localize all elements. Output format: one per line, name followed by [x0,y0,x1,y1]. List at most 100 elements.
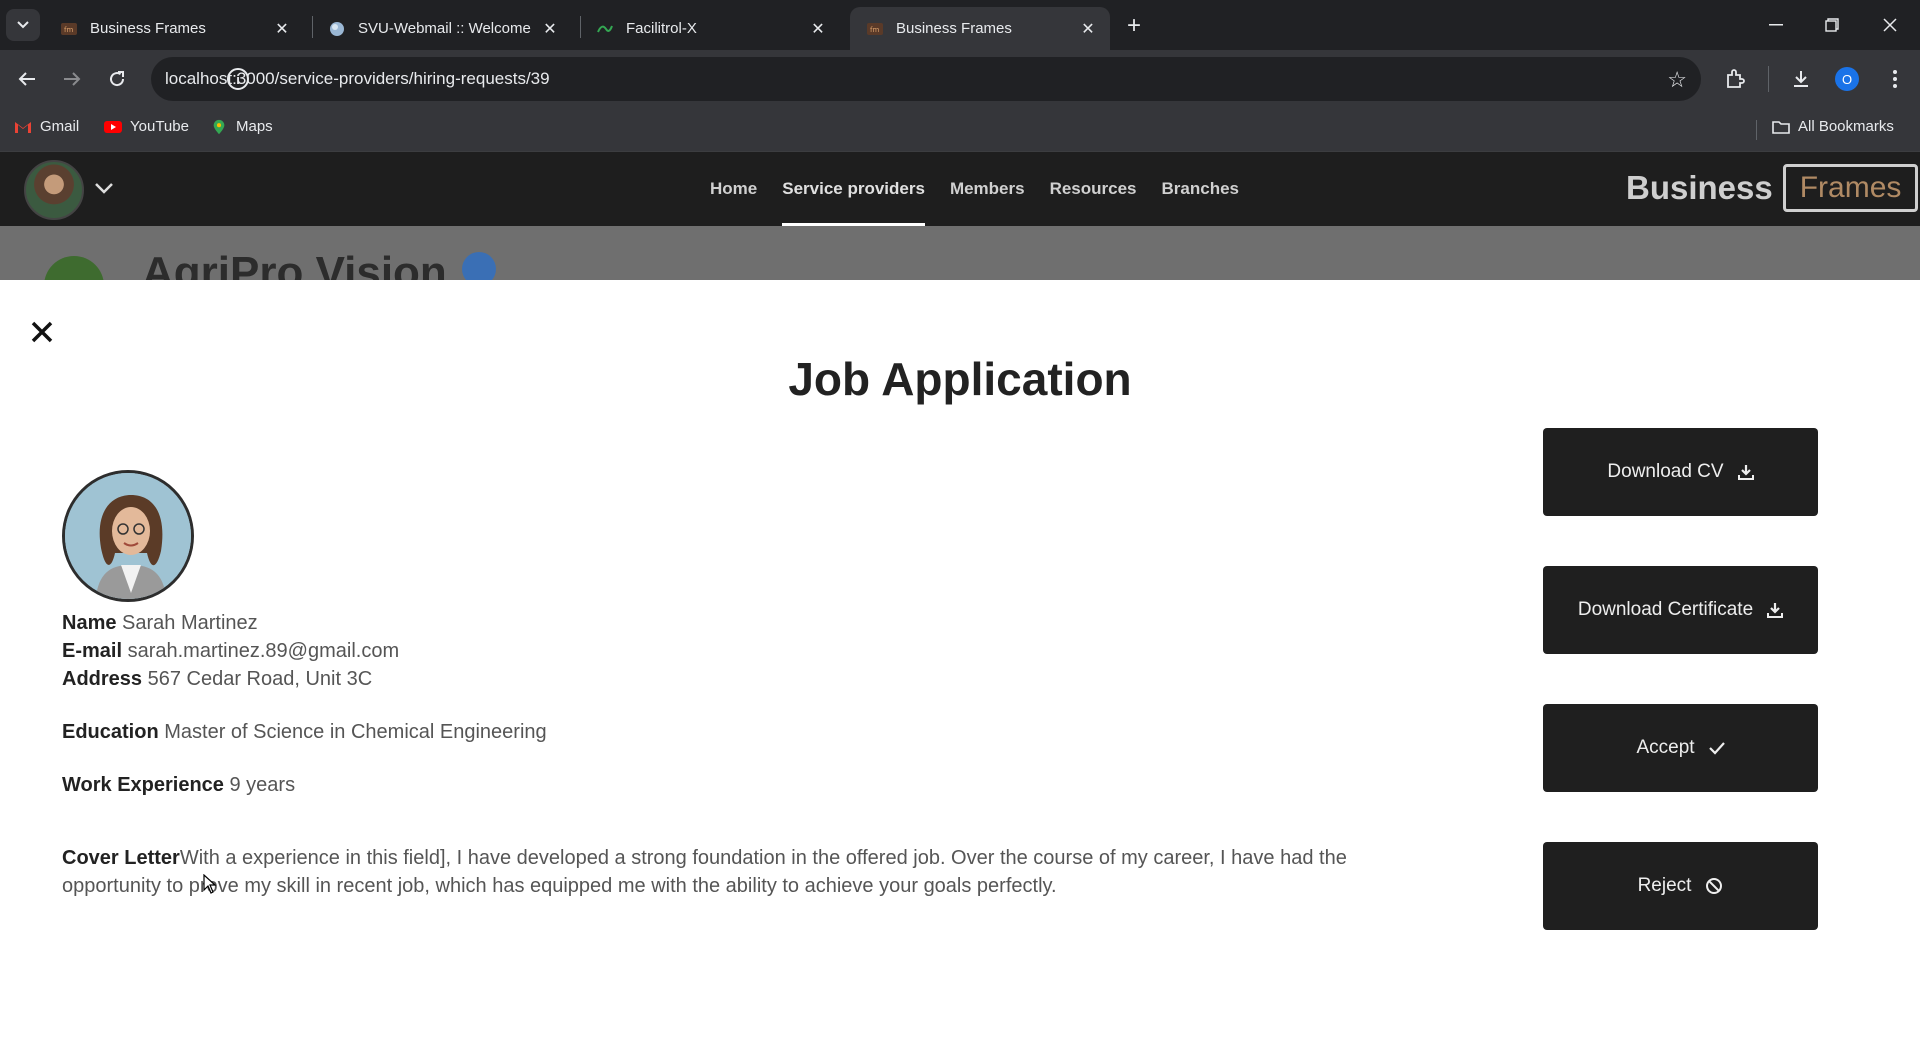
download-icon [1767,603,1784,618]
tab-close-icon[interactable]: ✕ [808,19,828,39]
user-avatar[interactable] [24,160,84,220]
browser-tab-strip: fm Business Frames ✕ SVU-Webmail :: Welc… [0,0,1920,50]
download-icon [1737,465,1754,480]
mouse-cursor-icon [203,874,217,894]
youtube-icon [104,120,122,133]
svg-text:fm: fm [870,26,879,34]
cover-letter: Cover LetterWith a experience in this fi… [62,844,1362,900]
download-certificate-button[interactable]: Download Certificate [1543,566,1818,654]
browser-toolbar: i localhost:3000/service-providers/hirin… [0,50,1920,108]
tab-title: Business Frames [896,20,1012,37]
applicant-education: Master of Science in Chemical Engineerin… [164,721,547,743]
tab-title: Business Frames [90,20,206,37]
url-text: localhost:3000/service-providers/hiring-… [165,69,550,88]
nav-resources[interactable]: Resources [1050,152,1137,226]
bookmark-youtube[interactable]: YouTube [104,118,189,135]
tab-close-icon[interactable]: ✕ [272,19,292,39]
webmail-favicon-icon [330,21,344,36]
dimmed-background: AgriPro Vision [0,226,1920,280]
applicant-experience-row: Work Experience 9 years [62,774,295,797]
tab-close-icon[interactable]: ✕ [540,19,560,39]
browser-tab[interactable]: SVU-Webmail :: Welcome ✕ [312,7,572,50]
close-window-icon[interactable] [1862,0,1918,50]
forward-icon[interactable] [55,62,89,96]
job-application-modal: Job Application Name Sarah Martinez E-ma… [0,286,1920,1044]
browser-tab-active[interactable]: fm Business Frames ✕ [850,7,1110,50]
brand-logo[interactable]: Business Frames [1626,164,1919,212]
nav-home[interactable]: Home [710,152,757,226]
org-logo [44,256,104,280]
check-icon [1708,742,1725,755]
new-tab-icon[interactable]: + [1119,12,1149,40]
address-label: Address [62,668,143,690]
restore-icon[interactable] [1804,0,1860,50]
browser-tab[interactable]: fm Business Frames ✕ [44,7,304,50]
applicant-address: 567 Cedar Road, Unit 3C [147,668,373,690]
verified-badge-icon [462,252,496,280]
maps-pin-icon [213,119,225,134]
business-frames-favicon-icon: fm [61,22,77,35]
reject-button[interactable]: Reject [1543,842,1818,930]
org-name: AgriPro Vision [142,248,447,280]
applicant-name-row: Name Sarah Martinez [62,612,258,635]
all-bookmarks[interactable]: All Bookmarks [1772,118,1894,135]
browser-tab[interactable]: Facilitrol-X ✕ [580,7,840,50]
brand-main: Business [1626,169,1773,206]
name-label: Name [62,612,117,634]
main-nav: Home Service providers Members Resources… [710,152,1264,226]
all-bookmarks-label: All Bookmarks [1798,118,1894,135]
nav-branches[interactable]: Branches [1162,152,1239,226]
accept-button[interactable]: Accept [1543,704,1818,792]
email-label: E-mail [62,640,123,662]
extensions-icon[interactable] [1720,64,1750,94]
modal-title: Job Application [788,353,1132,405]
address-bar[interactable]: i localhost:3000/service-providers/hirin… [151,57,1701,101]
experience-label: Work Experience [62,774,224,796]
applicant-name: Sarah Martinez [122,612,258,634]
profile-avatar[interactable]: O [1835,67,1859,91]
ban-icon [1706,878,1723,894]
nav-service-providers[interactable]: Service providers [782,152,925,226]
applicant-photo [62,470,194,602]
back-icon[interactable] [10,62,44,96]
bookmark-label: YouTube [130,118,189,135]
user-menu-chevron-icon[interactable] [94,174,114,200]
applicant-education-row: Education Master of Science in Chemical … [62,721,547,744]
applicant-email-row: E-mail sarah.martinez.89@gmail.com [62,640,399,663]
page-viewport: Home Service providers Members Resources… [0,152,1920,1044]
nav-members[interactable]: Members [950,152,1025,226]
applicant-experience: 9 years [229,774,296,796]
downloads-icon[interactable] [1786,64,1816,94]
download-cv-label: Download CV [1607,461,1724,482]
tab-title: SVU-Webmail :: Welcome [358,20,531,37]
folder-icon [1772,120,1790,134]
svg-text:fm: fm [64,26,73,34]
tab-search-button[interactable] [6,9,40,41]
chevron-down-icon [17,21,29,29]
business-frames-favicon-icon: fm [867,22,883,35]
reload-icon[interactable] [100,62,134,96]
cover-letter-label: Cover Letter [62,847,180,869]
brand-accent: Frames [1782,164,1919,212]
applicant-address-row: Address 567 Cedar Road, Unit 3C [62,668,372,691]
accept-label: Accept [1636,737,1695,758]
reject-label: Reject [1637,875,1692,896]
gmail-icon [15,121,31,133]
bookmark-maps[interactable]: Maps [210,118,273,135]
download-cv-button[interactable]: Download CV [1543,428,1818,516]
close-icon[interactable] [30,314,54,353]
bookmark-star-icon[interactable]: ☆ [1667,67,1687,93]
site-info-icon[interactable]: i [227,68,249,90]
cover-letter-text: With a experience in this field], I have… [62,847,1347,897]
bookmarks-bar: Gmail YouTube Maps All Bookmarks [0,108,1920,152]
menu-dots-icon[interactable] [1880,64,1910,94]
download-certificate-label: Download Certificate [1577,599,1754,620]
applicant-email: sarah.martinez.89@gmail.com [127,640,400,662]
education-label: Education [62,721,159,743]
tab-title: Facilitrol-X [626,20,697,37]
bookmark-label: Gmail [40,118,80,135]
app-navbar: Home Service providers Members Resources… [0,152,1920,226]
bookmark-gmail[interactable]: Gmail [14,118,79,135]
minimize-icon[interactable] [1748,0,1804,50]
tab-close-icon[interactable]: ✕ [1078,19,1098,39]
